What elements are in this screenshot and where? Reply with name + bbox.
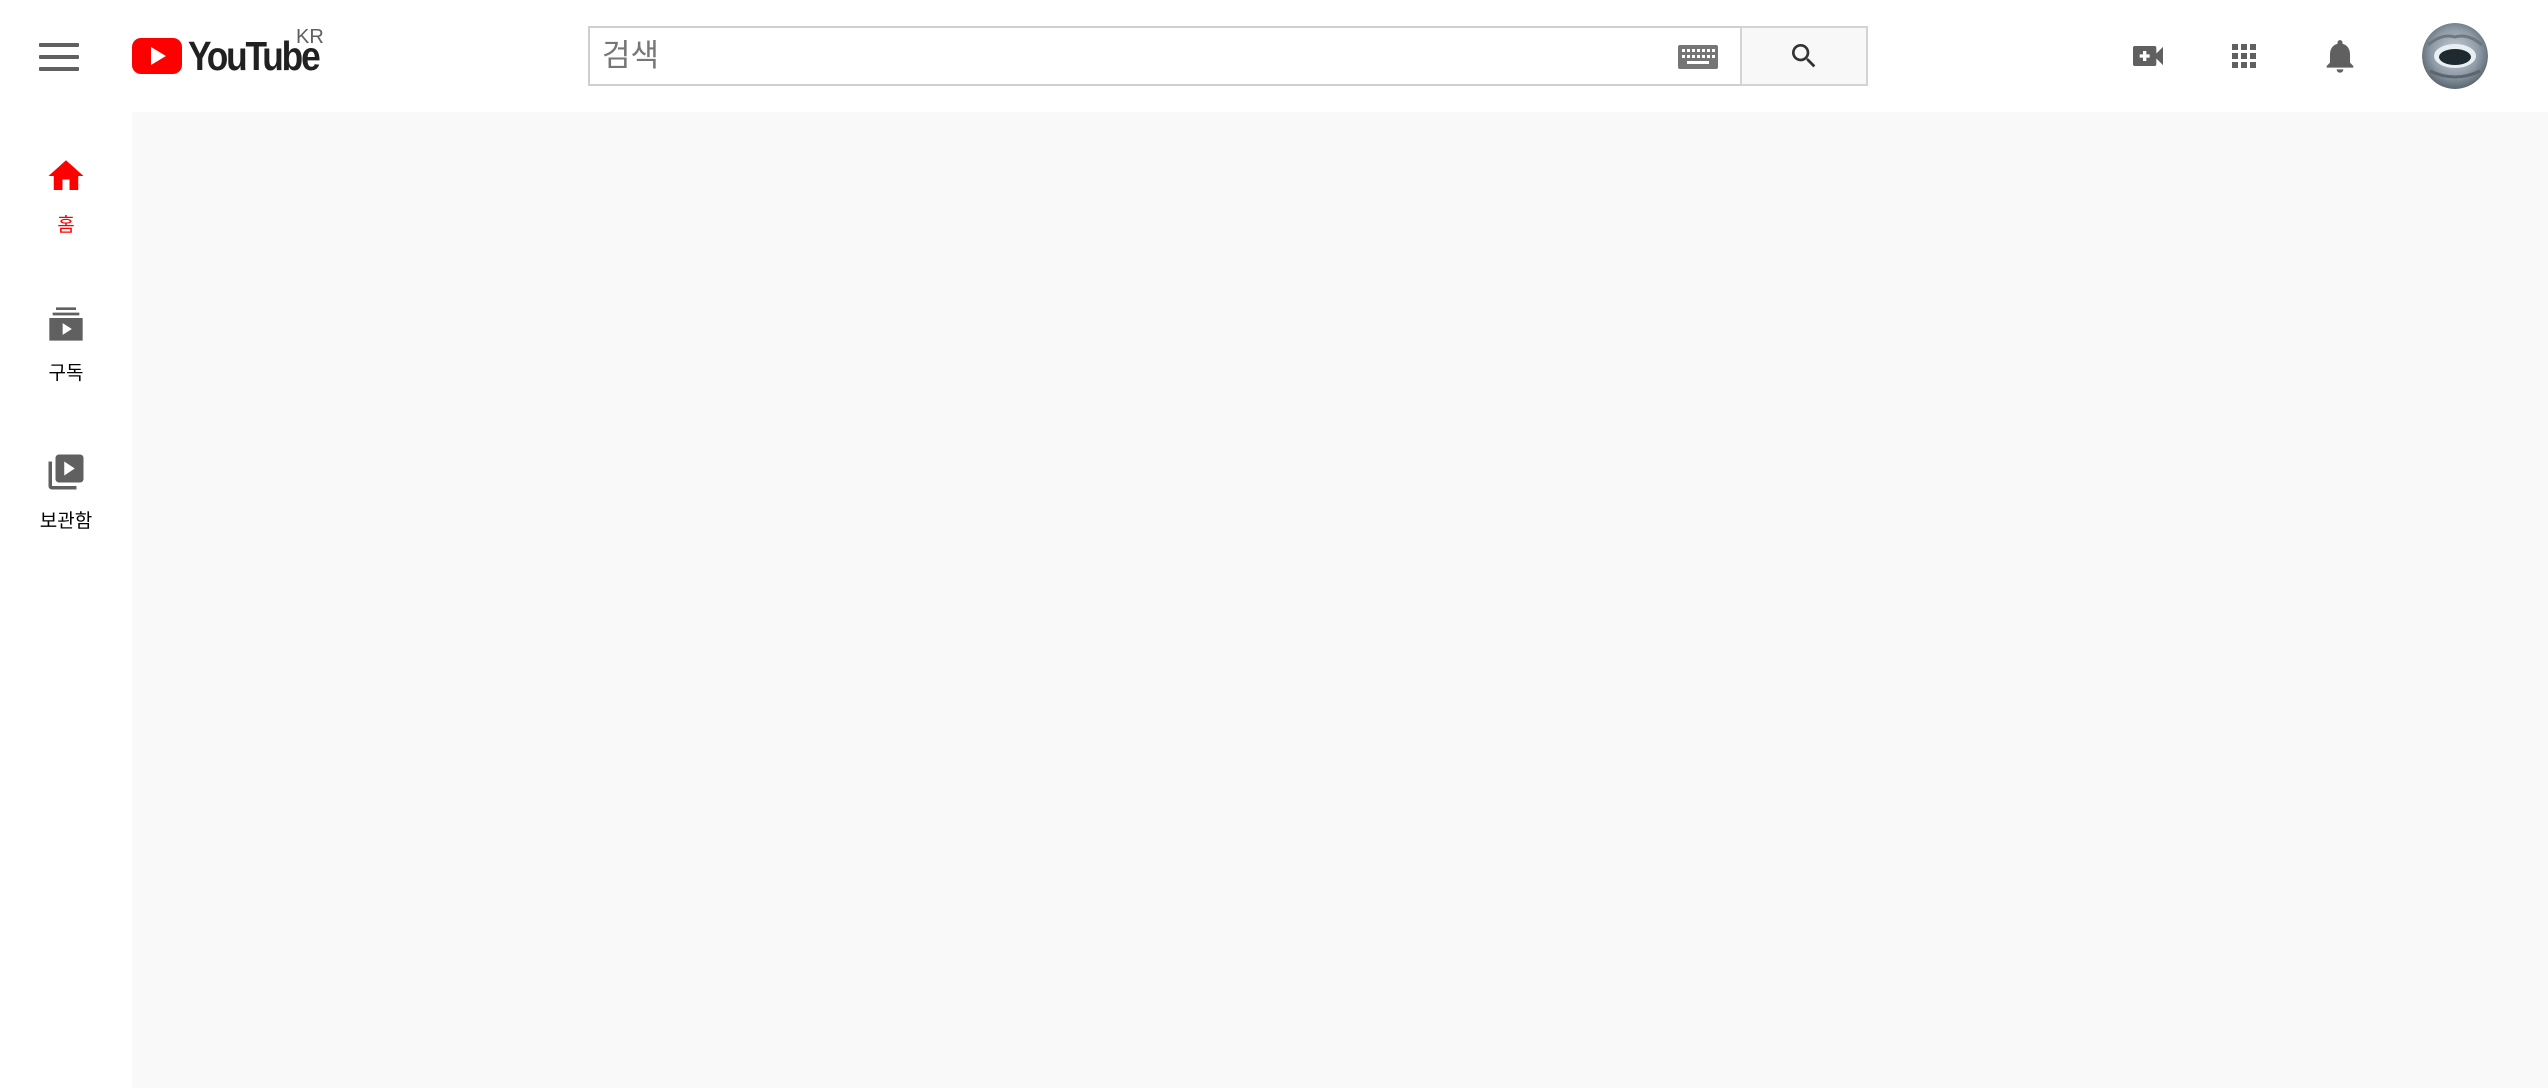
library-icon bbox=[42, 448, 90, 496]
sidebar-item-label: 홈 bbox=[57, 214, 75, 236]
logo-country-code: KR bbox=[296, 26, 324, 48]
search-bar bbox=[588, 26, 1868, 86]
main-content bbox=[132, 112, 2548, 1088]
subscriptions-icon bbox=[42, 300, 90, 348]
home-icon bbox=[42, 152, 90, 200]
create-video-icon[interactable] bbox=[2122, 30, 2174, 82]
sidebar-item-home[interactable]: 홈 bbox=[0, 112, 132, 242]
apps-icon[interactable] bbox=[2218, 30, 2270, 82]
sidebar-item-library[interactable]: 보관함 bbox=[0, 408, 132, 538]
sidebar: 홈 구독 보관함 bbox=[0, 112, 132, 1088]
sidebar-item-label: 보관함 bbox=[39, 510, 93, 532]
notifications-icon[interactable] bbox=[2314, 30, 2366, 82]
youtube-play-icon bbox=[132, 38, 182, 74]
search-input[interactable] bbox=[590, 31, 1640, 81]
sidebar-item-subscriptions[interactable]: 구독 bbox=[0, 260, 132, 390]
search-button[interactable] bbox=[1740, 26, 1868, 86]
search-icon bbox=[1792, 44, 1816, 68]
youtube-logo[interactable]: YouTube KR bbox=[132, 26, 340, 82]
menu-icon[interactable] bbox=[26, 32, 92, 82]
sidebar-item-label: 구독 bbox=[48, 362, 84, 384]
avatar[interactable] bbox=[2422, 23, 2488, 89]
keyboard-icon[interactable] bbox=[1678, 45, 1718, 69]
search-box bbox=[588, 26, 1740, 86]
masthead: YouTube KR bbox=[0, 0, 2548, 112]
